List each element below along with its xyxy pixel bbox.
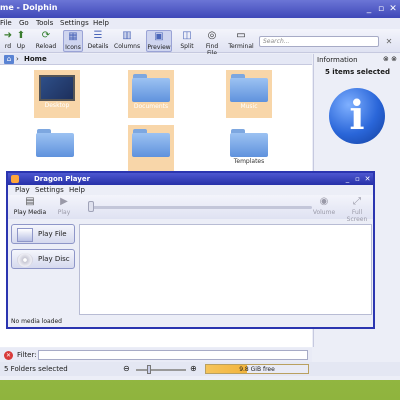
reload-icon: ⟳ <box>41 30 51 41</box>
filter-input[interactable] <box>38 350 308 360</box>
dragon-minimize-button[interactable]: _ <box>343 174 352 184</box>
icons-view-button[interactable]: ▦ Icons <box>63 30 83 52</box>
window-title: me - Dolphin <box>0 3 58 12</box>
breadcrumb-home[interactable]: Home <box>24 55 47 63</box>
disc-icon <box>17 253 33 267</box>
split-button[interactable]: ◫ Split <box>178 30 196 52</box>
free-space-indicator: 9.8 GiB free <box>205 364 309 374</box>
home-icon: ⌂ <box>4 55 14 64</box>
dragon-status: No media loaded <box>11 318 62 325</box>
folder-music[interactable]: Music <box>226 70 272 118</box>
seek-slider[interactable] <box>92 206 312 209</box>
main-toolbar: ➜ rd ⬆ Up ⟳ Reload ▦ Icons ☰ Details ▥ C… <box>0 29 400 57</box>
menu-settings[interactable]: Settings <box>60 19 89 27</box>
dragon-title: Dragon Player <box>34 175 91 183</box>
status-text: 5 Folders selected <box>4 365 68 373</box>
search-input[interactable]: Search... <box>259 36 379 47</box>
breadcrumb-arrow-icon: › <box>16 55 19 63</box>
filter-label: Filter: <box>17 351 37 359</box>
status-bar: 5 Folders selected ⊖ ⊕ 9.8 GiB free <box>0 362 400 376</box>
folder-icon <box>132 74 170 102</box>
video-area[interactable] <box>79 224 372 315</box>
selection-summary: 5 items selected <box>324 68 390 76</box>
close-button[interactable]: ✕ <box>387 3 399 15</box>
information-header: Information <box>317 56 358 64</box>
dragon-menubar: Play Settings Help <box>8 185 373 195</box>
dragon-maximize-button[interactable]: ▫ <box>353 174 362 184</box>
play-disc-button[interactable]: Play Disc <box>11 249 75 269</box>
clear-search-icon[interactable]: ✕ <box>383 36 395 47</box>
folder-icon <box>36 129 74 157</box>
icons-view-icon: ▦ <box>68 31 78 42</box>
split-icon: ◫ <box>182 30 192 41</box>
menu-play[interactable]: Play <box>15 186 30 194</box>
folder-icon <box>132 129 170 157</box>
location-bar[interactable]: ⌂ › Home <box>0 54 312 65</box>
play-button[interactable]: ▶ Play <box>54 196 74 218</box>
play-icon: ▶ <box>60 196 68 207</box>
dragon-close-button[interactable]: ✕ <box>363 174 372 184</box>
menu-help[interactable]: Help <box>93 19 109 27</box>
volume-button[interactable]: ◉ Volume <box>312 196 336 218</box>
play-media-button[interactable]: ▤ Play Media <box>13 196 47 218</box>
folder-templates[interactable]: Templates <box>226 125 272 171</box>
minimize-button[interactable]: _ <box>363 3 375 15</box>
dragon-player-window: Dragon Player _ ▫ ✕ Play Settings Help ▤… <box>6 171 375 329</box>
columns-view-icon: ▥ <box>122 30 132 41</box>
dragon-app-icon <box>11 175 19 183</box>
dragon-titlebar: Dragon Player _ ▫ ✕ <box>8 173 373 185</box>
menubar: File Go Tools Settings Help <box>0 18 400 29</box>
folder-item[interactable] <box>128 125 174 171</box>
folder-icon <box>230 74 268 102</box>
folder-item[interactable] <box>32 125 78 171</box>
clear-filter-icon[interactable]: ✕ <box>4 351 13 360</box>
volume-icon: ◉ <box>319 196 329 207</box>
folder-documents[interactable]: Documents <box>128 70 174 118</box>
play-file-button[interactable]: Play File <box>11 224 75 244</box>
details-view-icon: ☰ <box>93 30 103 41</box>
menu-file[interactable]: File <box>0 19 12 27</box>
dolphin-titlebar: me - Dolphin _ ▫ ✕ <box>0 0 400 18</box>
full-screen-button[interactable]: ⤢ Full Screen <box>341 196 373 223</box>
menu-go[interactable]: Go <box>19 19 29 27</box>
binoculars-icon: ◎ <box>207 30 217 41</box>
seek-handle[interactable] <box>88 201 94 212</box>
terminal-icon: ▭ <box>236 30 246 41</box>
maximize-button[interactable]: ▫ <box>375 3 387 15</box>
preview-button[interactable]: ▣ Preview <box>146 30 172 52</box>
menu-settings[interactable]: Settings <box>35 186 64 194</box>
menu-tools[interactable]: Tools <box>36 19 53 27</box>
play-file-icon <box>17 228 33 242</box>
folder-icon <box>230 129 268 157</box>
terminal-button[interactable]: ▭ Terminal <box>228 30 254 52</box>
zoom-in-icon[interactable]: ⊕ <box>190 364 197 373</box>
filter-bar: ✕ Filter: <box>0 348 312 362</box>
find-file-button[interactable]: ◎ Find File <box>200 30 224 57</box>
zoom-slider[interactable] <box>136 369 186 371</box>
desktop-folder-icon <box>39 75 75 101</box>
fullscreen-icon: ⤢ <box>353 196 361 207</box>
up-arrow-icon: ⬆ <box>16 30 26 41</box>
details-view-button[interactable]: ☰ Details <box>87 30 109 52</box>
information-icon: i <box>329 88 385 144</box>
zoom-slider-handle[interactable] <box>147 365 151 374</box>
reload-button[interactable]: ⟳ Reload <box>34 30 58 52</box>
folder-desktop[interactable]: Desktop <box>34 70 80 118</box>
columns-view-button[interactable]: ▥ Columns <box>114 30 140 52</box>
preview-icon: ▣ <box>154 31 164 42</box>
up-button[interactable]: ⬆ Up <box>12 30 30 52</box>
zoom-out-icon[interactable]: ⊖ <box>123 364 130 373</box>
play-media-icon: ▤ <box>25 196 35 207</box>
panel-controls[interactable]: ⊗ ⊗ <box>383 55 397 63</box>
dragon-toolbar: ▤ Play Media ▶ Play ◉ Volume ⤢ Full Scre… <box>8 195 373 223</box>
menu-help[interactable]: Help <box>69 186 85 194</box>
